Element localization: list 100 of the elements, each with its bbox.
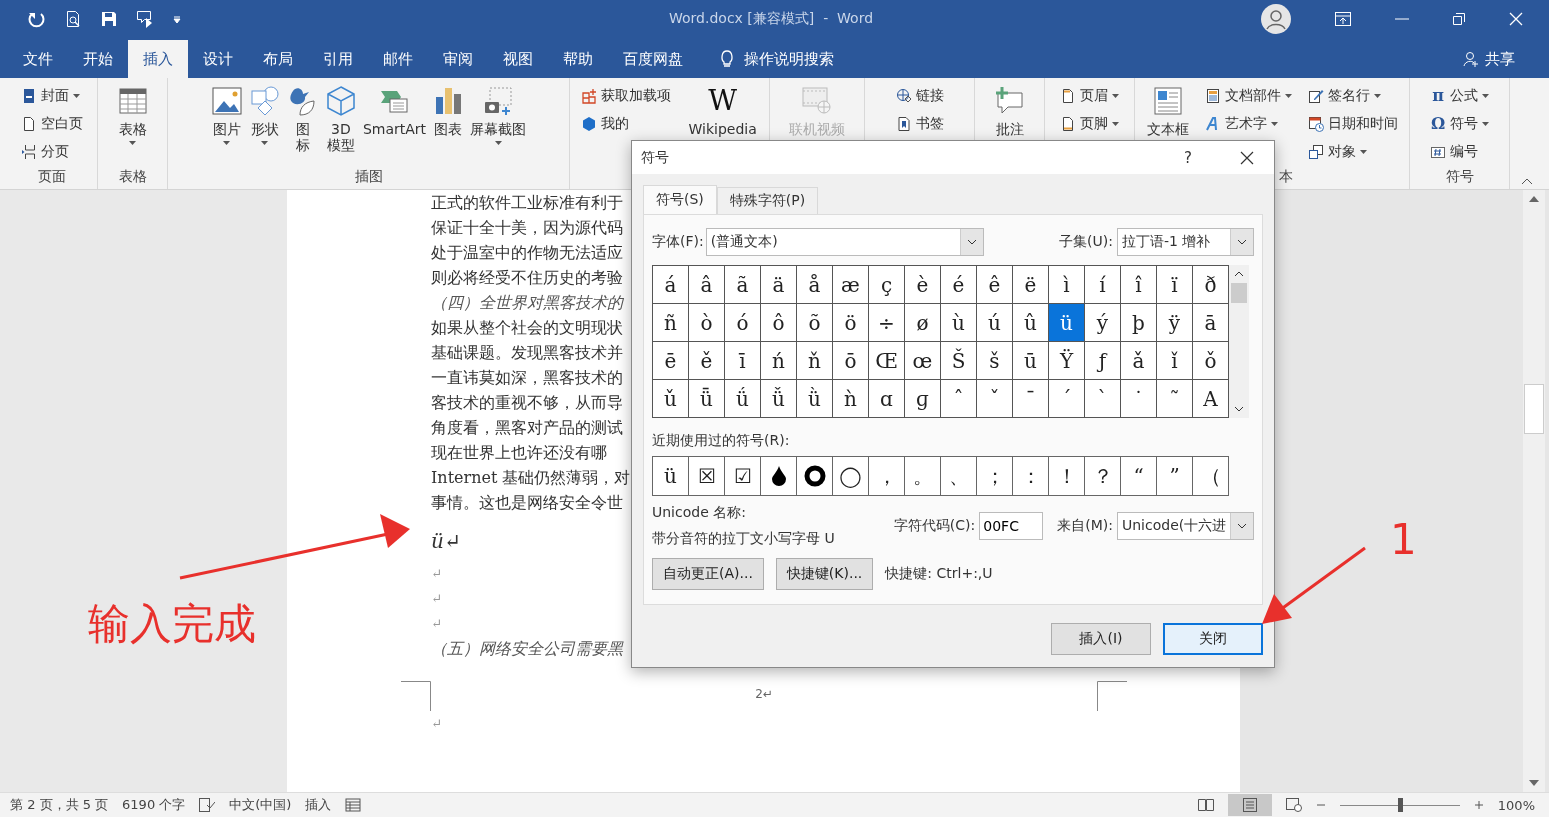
ribbon-button[interactable]: 书签	[893, 112, 946, 136]
symbol-cell[interactable]: š	[977, 342, 1012, 379]
ribbon-button[interactable]: 对象	[1306, 140, 1401, 164]
grid-scrollbar[interactable]	[1229, 265, 1249, 418]
scroll-down-icon[interactable]	[1529, 780, 1539, 786]
dialog-button[interactable]: 快捷键(K)...	[775, 558, 874, 590]
collapse-ribbon-icon[interactable]	[1521, 178, 1533, 185]
symbol-cell[interactable]: Ÿ	[1049, 342, 1084, 379]
recent-symbol-cell[interactable]: ，	[869, 457, 904, 495]
symbol-cell[interactable]: ū	[1013, 342, 1048, 379]
symbol-cell[interactable]: ǐ	[1157, 342, 1192, 379]
symbol-cell[interactable]: ń	[761, 342, 796, 379]
symbol-cell[interactable]: î	[1121, 266, 1156, 303]
ribbon-button[interactable]: 获取加载项	[579, 84, 674, 108]
ribbon-button[interactable]: 页眉	[1058, 84, 1121, 108]
recent-symbol-cell[interactable]: ◯	[833, 457, 868, 495]
symbol-cell[interactable]: â	[689, 266, 724, 303]
recent-symbol-cell[interactable]: 、	[941, 457, 976, 495]
symbol-cell[interactable]: ã	[725, 266, 760, 303]
scroll-down-icon[interactable]	[1234, 406, 1244, 412]
ribbon-button[interactable]: 分页	[18, 140, 85, 164]
ribbon-button[interactable]: 图表	[429, 78, 468, 166]
symbol-cell[interactable]: ö	[833, 304, 868, 341]
ribbon-button[interactable]: 3D 模型	[321, 78, 360, 166]
ribbon-tab[interactable]: 文件	[8, 40, 68, 78]
ribbon-button[interactable]: W Wikipedia	[685, 78, 760, 166]
ribbon-button[interactable]: 页脚	[1058, 112, 1121, 136]
symbol-cell[interactable]: è	[905, 266, 940, 303]
character-code-field[interactable]: 00FC	[979, 512, 1044, 540]
symbol-cell[interactable]: ð	[1193, 266, 1228, 303]
recent-symbol-cell[interactable]: ”	[1157, 457, 1192, 495]
ribbon-button[interactable]: 链接	[893, 84, 946, 108]
ribbon-tab[interactable]: 开始	[68, 40, 128, 78]
ribbon-options-icon[interactable]	[1335, 12, 1351, 26]
symbol-cell[interactable]: ç	[869, 266, 904, 303]
ribbon-button[interactable]: 图 标	[283, 78, 322, 166]
from-dropdown[interactable]: Unicode(十六进	[1117, 512, 1254, 540]
print-preview-icon[interactable]	[64, 10, 82, 28]
symbol-cell[interactable]: ō	[833, 342, 868, 379]
symbol-cell[interactable]: ï	[1157, 266, 1192, 303]
ribbon-tab[interactable]: 帮助	[548, 40, 608, 78]
symbol-cell[interactable]: ˉ	[1013, 380, 1048, 417]
symbol-cell[interactable]: ñ	[653, 304, 688, 341]
symbol-cell[interactable]: é	[941, 266, 976, 303]
status-text[interactable]: 插入	[305, 796, 332, 814]
ribbon-button[interactable]: 编号	[1428, 140, 1491, 164]
symbol-cell[interactable]: ǹ	[833, 380, 868, 417]
ribbon-button[interactable]: 形状	[245, 78, 284, 166]
share-button[interactable]: 共享	[1457, 40, 1521, 78]
symbol-cell[interactable]: ú	[977, 304, 1012, 341]
insert-button[interactable]: 插入(I)	[1051, 623, 1151, 655]
symbol-cell[interactable]: þ	[1121, 304, 1156, 341]
symbol-cell[interactable]: ě	[689, 342, 724, 379]
symbol-cell[interactable]: ǜ	[797, 380, 832, 417]
ribbon-tab[interactable]: 百度网盘	[608, 40, 698, 78]
symbol-cell[interactable]: ä	[761, 266, 796, 303]
read-mode-icon[interactable]	[1197, 798, 1214, 812]
symbol-cell[interactable]: ɡ	[905, 380, 940, 417]
symbol-cell[interactable]: ǖ	[689, 380, 724, 417]
symbol-cell[interactable]: ˊ	[1049, 380, 1084, 417]
symbol-cell[interactable]: ë	[1013, 266, 1048, 303]
symbol-cell[interactable]: å	[797, 266, 832, 303]
font-dropdown[interactable]: (普通文本)	[705, 228, 984, 256]
symbol-cell[interactable]: ˙	[1121, 380, 1156, 417]
recent-symbol-cell[interactable]: （	[1193, 457, 1228, 495]
recent-symbol-cell[interactable]: “	[1121, 457, 1156, 495]
recent-symbol-cell[interactable]: ！	[1049, 457, 1084, 495]
ribbon-button[interactable]: 封面	[18, 84, 85, 108]
ribbon-button[interactable]: 屏幕截图	[467, 78, 530, 166]
symbol-cell[interactable]: ā	[1193, 304, 1228, 341]
restore-icon[interactable]	[1453, 13, 1465, 25]
ribbon-button[interactable]: 空白页	[18, 112, 85, 136]
web-layout-icon[interactable]	[1285, 798, 1302, 812]
ribbon-tab[interactable]: 视图	[488, 40, 548, 78]
symbol-cell[interactable]: ƒ	[1085, 342, 1120, 379]
status-text[interactable]: 中文(中国)	[229, 796, 292, 814]
touch-mode-icon[interactable]	[136, 10, 154, 28]
ribbon-tab[interactable]: 审阅	[428, 40, 488, 78]
recent-symbol-cell[interactable]: ☑	[725, 457, 760, 495]
dialog-tab[interactable]: 特殊字符(P)	[716, 187, 819, 214]
ribbon-button[interactable]: 日期和时间	[1306, 112, 1401, 136]
ribbon-tab[interactable]: 布局	[248, 40, 308, 78]
close-button[interactable]: 关闭	[1163, 623, 1263, 655]
account-avatar-icon[interactable]	[1261, 4, 1291, 34]
symbol-cell[interactable]: ù	[941, 304, 976, 341]
recent-symbol-cell[interactable]: ü	[653, 457, 688, 495]
symbol-cell[interactable]: A	[1193, 380, 1228, 417]
ribbon-tab[interactable]: 引用	[308, 40, 368, 78]
scroll-thumb[interactable]	[1231, 283, 1247, 303]
symbol-cell[interactable]: í	[1085, 266, 1120, 303]
ribbon-button[interactable]: π 公式	[1428, 84, 1491, 108]
symbol-cell[interactable]: ǔ	[653, 380, 688, 417]
symbol-cell[interactable]: ň	[797, 342, 832, 379]
ribbon-button[interactable]: 批注	[990, 78, 1029, 166]
recent-symbol-cell[interactable]: 。	[905, 457, 940, 495]
status-text[interactable]: 6190 个字	[122, 796, 186, 814]
symbol-cell[interactable]: ì	[1049, 266, 1084, 303]
ribbon-button[interactable]: 我的	[579, 112, 674, 136]
symbol-cell[interactable]: ý	[1085, 304, 1120, 341]
symbol-cell[interactable]: á	[653, 266, 688, 303]
